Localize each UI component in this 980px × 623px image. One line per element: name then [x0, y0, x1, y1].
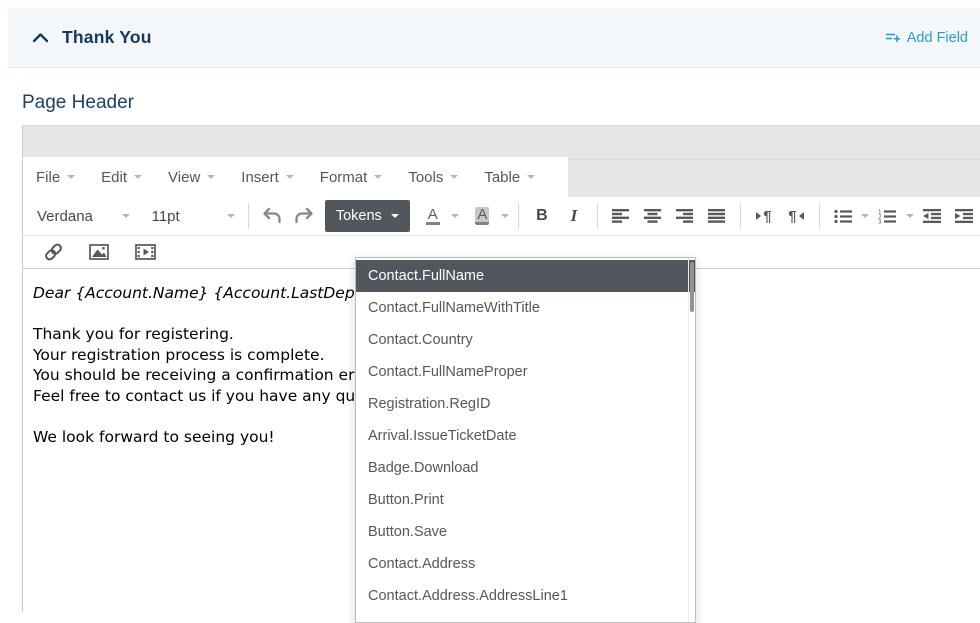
menu-view[interactable]: View — [168, 169, 215, 186]
insert-image-button[interactable] — [84, 238, 114, 266]
menu-insert[interactable]: Insert — [241, 169, 294, 186]
bullet-list-button[interactable] — [828, 200, 858, 232]
token-item-contact-fullname[interactable]: Contact.FullName — [356, 260, 695, 292]
indent-button[interactable] — [949, 200, 979, 232]
token-item-registration-regid[interactable]: Registration.RegID — [356, 388, 695, 420]
token-item-badge-download[interactable]: Badge.Download — [356, 452, 695, 484]
add-field-label: Add Field — [907, 30, 968, 46]
align-justify-icon — [708, 209, 725, 223]
image-icon — [89, 244, 109, 260]
numbered-list-caret[interactable] — [903, 214, 916, 218]
menu-tools[interactable]: Tools — [408, 169, 458, 186]
dropdown-scrollbar-track — [688, 258, 689, 622]
toolbar-separator — [740, 203, 741, 229]
token-item-contact-address-addressline1[interactable]: Contact.Address.AddressLine1 — [356, 580, 695, 612]
numbered-list-button[interactable]: 1 2 3 — [872, 200, 902, 232]
menu-edit[interactable]: Edit — [101, 169, 142, 186]
chevron-down-icon — [286, 175, 294, 179]
text-color-icon: A — [426, 207, 440, 226]
insert-link-button[interactable] — [38, 238, 68, 266]
tokens-dropdown-button[interactable]: Tokens — [325, 200, 410, 232]
align-center-icon — [644, 209, 661, 223]
font-size-select[interactable]: 11pt — [146, 200, 241, 232]
chevron-down-icon — [374, 175, 382, 179]
chevron-down-icon — [227, 214, 235, 218]
undo-button[interactable] — [257, 200, 287, 232]
align-center-button[interactable] — [638, 200, 668, 232]
italic-button[interactable]: I — [559, 200, 589, 232]
toolbar-separator — [819, 203, 820, 229]
menu-format[interactable]: Format — [320, 169, 383, 186]
bullet-list-caret[interactable] — [859, 214, 872, 218]
token-item-contact-address[interactable]: Contact.Address — [356, 548, 695, 580]
collapse-chevron-icon[interactable] — [32, 32, 49, 43]
font-family-select[interactable]: Verdana — [31, 200, 136, 232]
numbered-list-icon: 1 2 3 — [878, 209, 896, 224]
rtl-button[interactable]: ¶ — [781, 200, 811, 232]
chevron-down-icon — [527, 175, 535, 179]
chevron-down-icon — [207, 175, 215, 179]
menu-file[interactable]: File — [36, 169, 75, 186]
editor-header-strip: File Edit View Insert Format Tools Table — [23, 126, 980, 197]
add-field-button[interactable]: Add Field — [885, 8, 968, 67]
chevron-down-icon — [134, 175, 142, 179]
align-left-icon — [612, 209, 629, 223]
add-field-icon — [885, 31, 901, 44]
insert-media-button[interactable] — [130, 238, 160, 266]
menu-table[interactable]: Table — [484, 169, 535, 186]
redo-icon — [294, 207, 314, 225]
svg-text:3: 3 — [878, 219, 882, 224]
token-item-arrival-issueticketdate[interactable]: Arrival.IssueTicketDate — [356, 420, 695, 452]
align-right-icon — [676, 209, 693, 223]
chevron-down-icon — [391, 214, 399, 218]
text-color-caret[interactable] — [449, 214, 462, 218]
dropdown-scrollbar-thumb[interactable] — [690, 262, 694, 312]
toolbar-row-1: Verdana 11pt Tokens A A — [23, 197, 980, 235]
token-item-contact-fullnameproper[interactable]: Contact.FullNameProper — [356, 356, 695, 388]
chevron-down-icon — [67, 175, 75, 179]
editor-menubar: File Edit View Insert Format Tools Table — [23, 157, 568, 197]
rtl-icon — [799, 212, 804, 220]
background-color-icon: A — [475, 207, 489, 226]
bold-button[interactable]: B — [527, 200, 557, 232]
ltr-button[interactable]: ¶ — [749, 200, 779, 232]
section-title: Thank You — [62, 27, 152, 48]
background-color-caret[interactable] — [498, 214, 511, 218]
align-justify-button[interactable] — [702, 200, 732, 232]
link-icon — [42, 242, 65, 262]
undo-icon — [262, 207, 282, 225]
toolbar-separator — [597, 203, 598, 229]
section-header-bar: Thank You Add Field — [8, 8, 980, 68]
bullet-list-icon — [834, 209, 852, 224]
align-left-button[interactable] — [606, 200, 636, 232]
background-color-button[interactable]: A — [467, 200, 497, 232]
token-item-button-print[interactable]: Button.Print — [356, 484, 695, 516]
toolbar-separator — [518, 203, 519, 229]
toolbar-separator — [248, 203, 249, 229]
token-item-contact-country[interactable]: Contact.Country — [356, 324, 695, 356]
token-item-button-save[interactable]: Button.Save — [356, 516, 695, 548]
redo-button[interactable] — [289, 200, 319, 232]
media-icon — [135, 244, 156, 260]
text-color-button[interactable]: A — [418, 200, 448, 232]
chevron-down-icon — [122, 214, 130, 218]
outdent-icon — [923, 209, 941, 223]
ltr-icon — [756, 212, 761, 220]
page-header-title: Page Header — [22, 92, 134, 114]
tokens-dropdown-menu: Contact.FullName Contact.FullNameWithTit… — [355, 257, 696, 623]
indent-icon — [955, 209, 973, 223]
align-right-button[interactable] — [670, 200, 700, 232]
chevron-down-icon — [450, 175, 458, 179]
token-item-contact-fullnamewithtitle[interactable]: Contact.FullNameWithTitle — [356, 292, 695, 324]
outdent-button[interactable] — [917, 200, 947, 232]
